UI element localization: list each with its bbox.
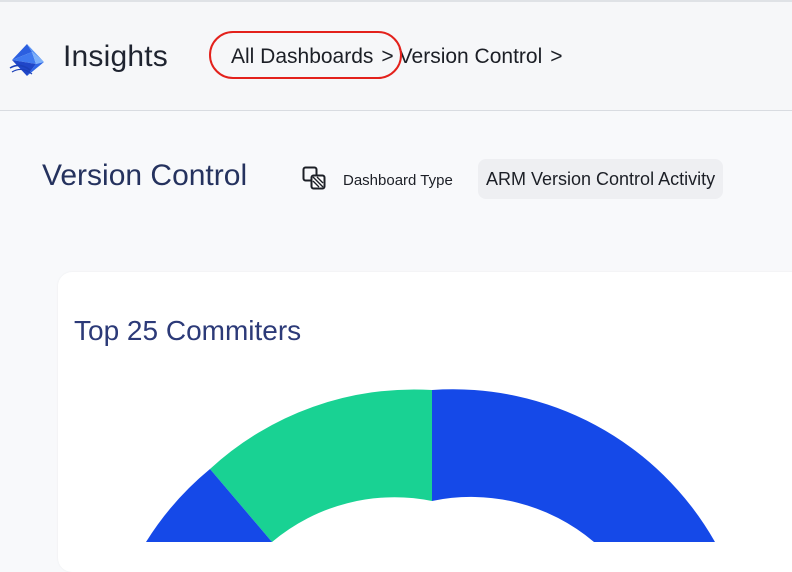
breadcrumb-version-control[interactable]: Version Control — [399, 45, 543, 69]
dashboard-type-label: Dashboard Type — [343, 172, 453, 189]
insights-logo-icon — [9, 44, 44, 76]
card-title: Top 25 Commiters — [74, 315, 302, 346]
breadcrumb: All Dashboards > Version Control > — [231, 45, 568, 69]
dashboard-type-icon — [302, 166, 326, 190]
page-title: Version Control — [42, 159, 248, 192]
breadcrumb-separator: > — [381, 45, 394, 68]
dashboard-type-value[interactable]: ARM Version Control Activity — [478, 159, 724, 199]
breadcrumb-separator: > — [550, 45, 563, 68]
breadcrumb-all-dashboards[interactable]: All Dashboards — [231, 45, 373, 69]
app-title: Insights — [63, 40, 168, 73]
